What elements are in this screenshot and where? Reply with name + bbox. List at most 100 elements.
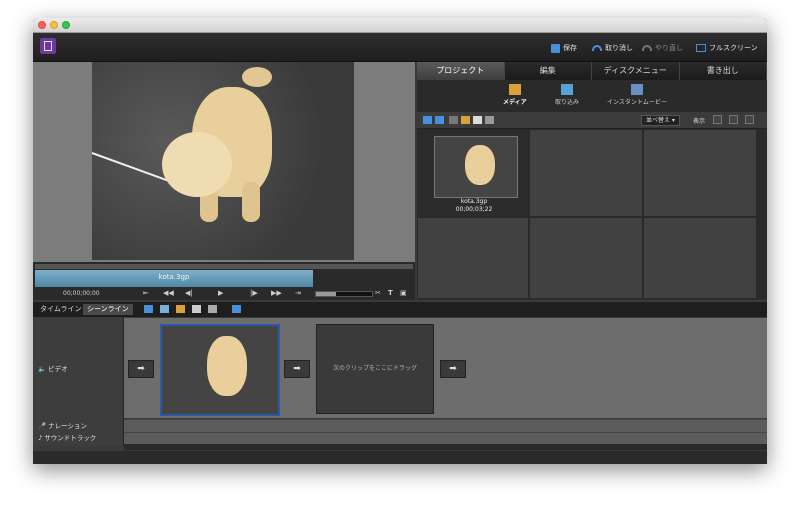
undo-icon [592, 45, 602, 51]
trash-icon[interactable] [485, 116, 494, 124]
sceneline-view-icon[interactable] [144, 305, 153, 313]
sceneline-area: ➡ ➡ 次のクリップをここにドラッグ ➡ [124, 318, 767, 418]
new-item-icon[interactable] [473, 116, 482, 124]
drop-target[interactable]: 次のクリップをここにドラッグ [316, 324, 434, 414]
status-bar [33, 451, 767, 464]
redo-label: やり直し [655, 44, 683, 52]
main-toolbar: 保存 取り消し やり直し フルスクリーン [33, 33, 767, 62]
panel-menu-icon[interactable] [745, 115, 754, 124]
view-option-icon[interactable] [713, 115, 722, 124]
fullscreen-label: フルスクリーン [709, 44, 758, 52]
sceneline-scrollbar[interactable] [124, 444, 767, 450]
close-window-icon[interactable] [38, 21, 46, 29]
timecode-display[interactable]: 00;00;00;00 [63, 290, 100, 297]
scissors-icon[interactable]: ✂ [375, 289, 381, 297]
effects-icon[interactable] [160, 305, 169, 313]
media-scrollbar[interactable] [757, 129, 767, 299]
minimize-window-icon[interactable] [50, 21, 58, 29]
project-subtoolbar: メディア 取り込み インスタントムービー [417, 80, 767, 112]
dog-leg-graphic [242, 182, 260, 222]
transition-slot-button[interactable]: ➡ [128, 360, 154, 378]
preview-monitor [33, 62, 415, 262]
tab-edit[interactable]: 編集 [504, 62, 592, 80]
go-to-start-icon[interactable]: ⇤ [143, 289, 149, 297]
fullscreen-icon [696, 44, 706, 52]
track-labels: 🔈 ビデオ 🎤 ナレーション ♪ サウンドトラック [33, 318, 124, 446]
video-track-label: 🔈 ビデオ [38, 365, 68, 373]
redo-icon [642, 45, 652, 51]
film-strip-icon [630, 84, 643, 95]
empty-media-cell [529, 129, 643, 217]
narration-track-name: ナレーション [48, 422, 88, 430]
media-filter-bar: 並べ替え ▾ 表示 [417, 112, 767, 129]
soundtrack-track-label: ♪ サウンドトラック [38, 434, 97, 442]
video-track-name: ビデオ [48, 365, 68, 373]
audio-view-icon[interactable] [729, 115, 738, 124]
tab-disc-menu[interactable]: ディスクメニュー [592, 62, 680, 80]
play-icon[interactable]: ▶ [218, 289, 223, 297]
step-back-icon[interactable]: ◀| [185, 289, 193, 297]
dog-thumbnail-graphic [465, 145, 495, 185]
media-label: メディア [503, 99, 527, 106]
filter-video-icon[interactable] [449, 116, 458, 124]
tab-timeline[interactable]: タイムライン [36, 304, 86, 315]
title-list-icon[interactable] [192, 305, 201, 313]
scene-clip[interactable] [160, 324, 280, 416]
soundtrack-track-name: サウンドトラック [44, 434, 97, 442]
rewind-icon[interactable]: ◀◀ [163, 289, 174, 297]
undo-button[interactable]: 取り消し [592, 42, 633, 54]
narration-track-label: 🎤 ナレーション [38, 422, 88, 430]
monitor-timeline: kota.3gp 00;00;00;00 ⇤ ◀◀ ◀| ▶ |▶ ▶▶ ⇥ ✂… [33, 262, 415, 300]
app-window: 保存 取り消し やり直し フルスクリーン kota.3gp 00;00;00;0… [33, 18, 767, 464]
empty-media-cell [417, 217, 529, 299]
instant-movie-label: インスタントムービー [607, 99, 667, 106]
monitor-clip-bar[interactable]: kota.3gp [35, 270, 313, 287]
preview-video-frame[interactable] [92, 62, 354, 260]
media-button[interactable]: メディア [503, 84, 527, 106]
grid-view-icon[interactable] [435, 116, 444, 124]
redo-button[interactable]: やり直し [642, 42, 683, 54]
film-app-icon[interactable] [40, 38, 56, 54]
color-icon[interactable] [176, 305, 185, 313]
media-item[interactable]: kota.3gp 00;00;03;22 [417, 129, 529, 217]
leash-graphic [92, 152, 168, 182]
lower-tabs: タイムライン シーンライン [33, 302, 767, 317]
empty-media-cell [643, 217, 757, 299]
panel-tabs: プロジェクト 編集 ディスクメニュー 書き出し [417, 62, 767, 80]
camera-snapshot-icon[interactable]: ▣ [400, 289, 407, 297]
media-thumbnail[interactable] [434, 136, 518, 198]
import-label: 取り込み [555, 99, 580, 106]
import-icon [561, 84, 573, 95]
instant-movie-button[interactable]: インスタントムービー [607, 84, 667, 106]
disk-icon [551, 43, 560, 53]
project-panel: プロジェクト 編集 ディスクメニュー 書き出し メディア 取り込み インスタント… [417, 62, 767, 300]
media-duration: 00;00;03;22 [455, 206, 493, 213]
new-folder-icon[interactable] [461, 116, 470, 124]
fast-forward-icon[interactable]: ▶▶ [271, 289, 282, 297]
empty-media-cell [643, 129, 757, 217]
tab-sceneline[interactable]: シーンライン [83, 304, 133, 315]
transition-slot-button[interactable]: ➡ [440, 360, 466, 378]
import-button[interactable]: 取り込み [555, 84, 579, 106]
show-label: 表示 [693, 118, 706, 125]
save-button[interactable]: 保存 [551, 42, 577, 54]
sort-label: 並べ替え [646, 117, 671, 124]
narration-track[interactable] [124, 419, 767, 432]
go-to-end-icon[interactable]: ⇥ [295, 289, 301, 297]
undo-label: 取り消し [605, 44, 633, 52]
title-bar [33, 18, 767, 33]
audio-mixer-icon[interactable] [208, 305, 217, 313]
list-view-icon[interactable] [423, 116, 432, 124]
tab-project[interactable]: プロジェクト [417, 62, 505, 80]
tab-share[interactable]: 書き出し [679, 62, 767, 80]
time-ruler[interactable] [35, 264, 413, 269]
marker-icon[interactable] [232, 305, 241, 313]
transition-slot-button[interactable]: ➡ [284, 360, 310, 378]
empty-media-cell [529, 217, 643, 299]
volume-slider[interactable] [315, 291, 373, 297]
sort-dropdown[interactable]: 並べ替え ▾ [641, 115, 680, 126]
title-text-icon[interactable]: T [388, 289, 393, 297]
fullscreen-button[interactable]: フルスクリーン [696, 42, 758, 54]
step-forward-icon[interactable]: |▶ [250, 289, 258, 297]
zoom-window-icon[interactable] [62, 21, 70, 29]
